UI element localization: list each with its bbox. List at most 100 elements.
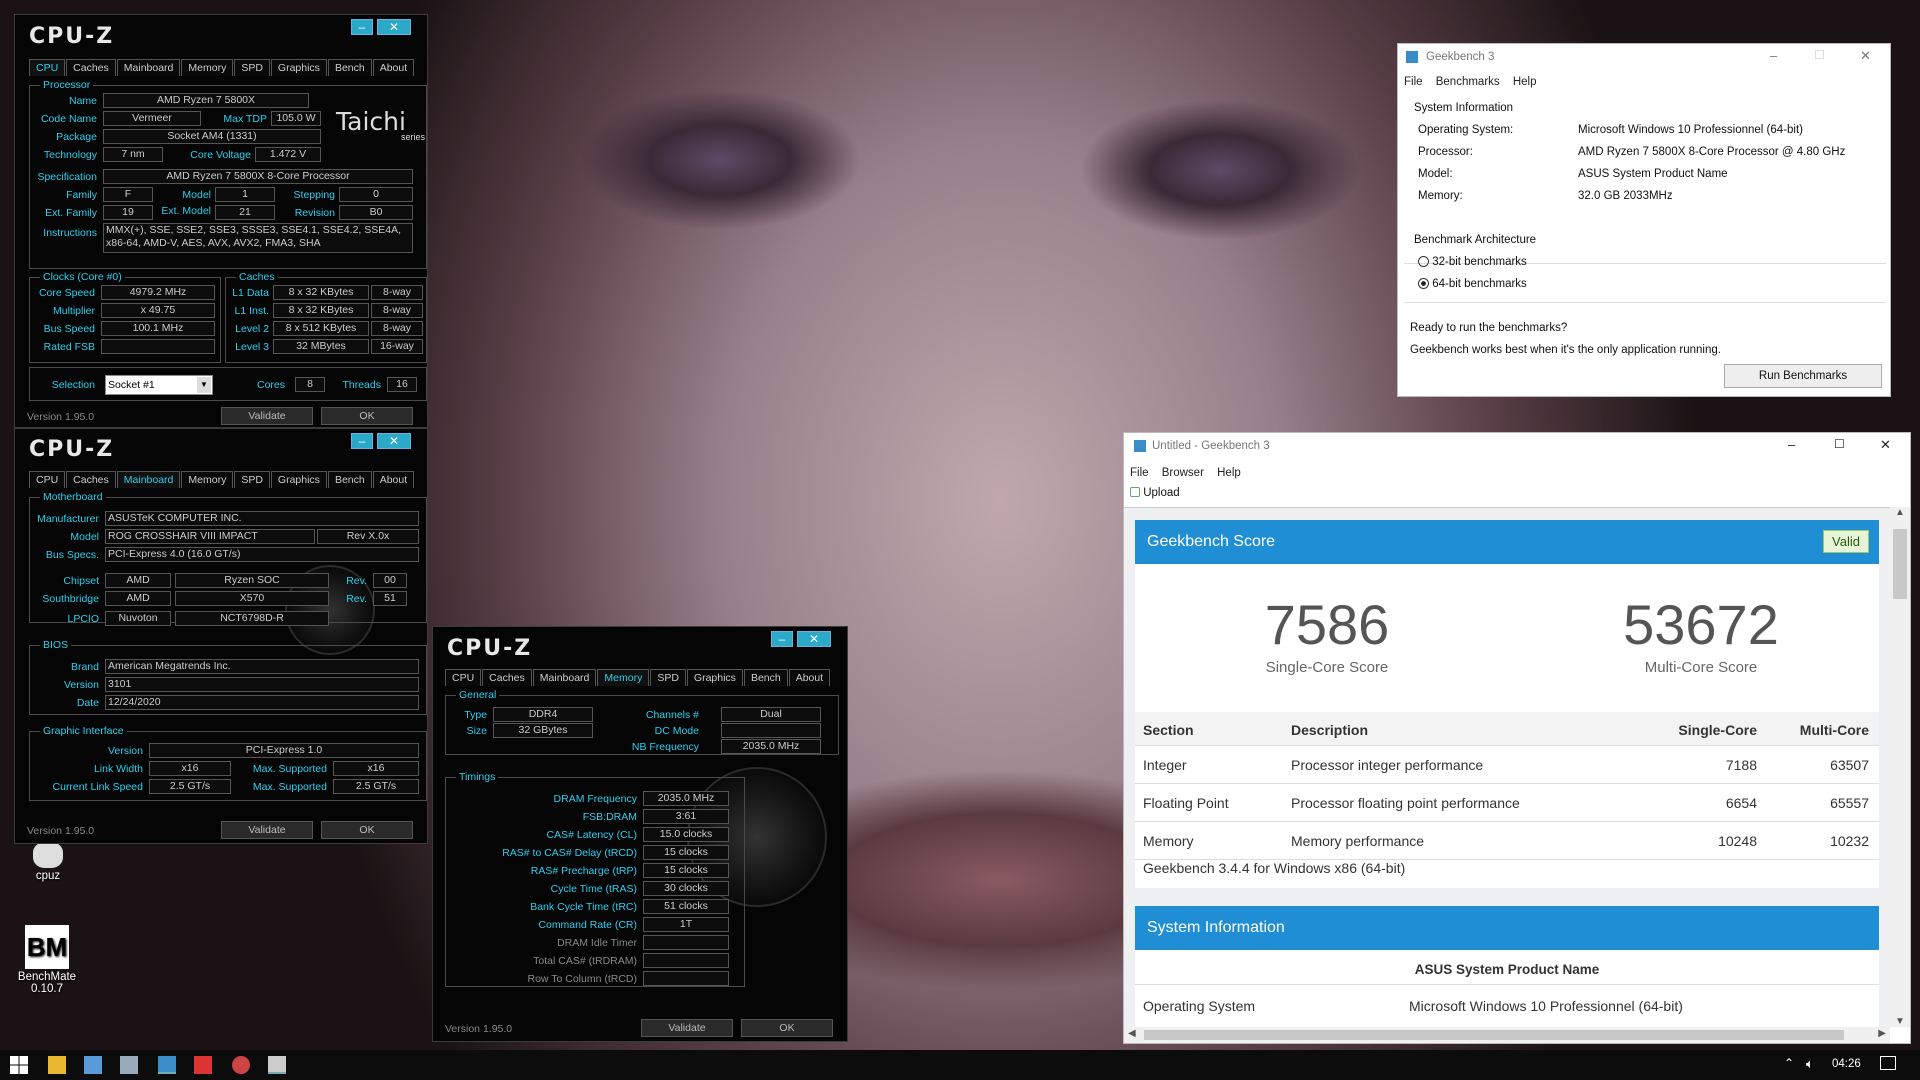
ratedfsb-value — [101, 339, 215, 354]
validate-button[interactable]: Validate — [221, 821, 313, 839]
tab-memory[interactable]: Memory — [181, 471, 234, 488]
radio-64bit[interactable]: 64-bit benchmarks — [1418, 278, 1527, 290]
radio-32bit[interactable]: 32-bit benchmarks — [1418, 256, 1527, 268]
close-button[interactable]: ✕ — [377, 433, 411, 449]
geekbench-app-icon — [1406, 51, 1418, 63]
linkwidth-max: x16 — [333, 761, 419, 776]
run-benchmarks-button[interactable]: Run Benchmarks — [1724, 364, 1882, 388]
menu-file[interactable]: File — [1130, 467, 1149, 479]
upload-button[interactable]: Upload — [1130, 487, 1180, 499]
timing-value — [643, 935, 729, 950]
tab-spd[interactable]: SPD — [650, 669, 686, 686]
bios-date-value: 12/24/2020 — [105, 695, 419, 710]
scroll-thumb[interactable] — [1144, 1030, 1844, 1040]
window-title: Geekbench 3 — [1426, 51, 1495, 63]
app-icon[interactable] — [232, 1056, 250, 1074]
menu-help[interactable]: Help — [1513, 76, 1537, 88]
extfamily-value: 19 — [103, 205, 153, 220]
minimize-button[interactable]: – — [1770, 48, 1777, 63]
scroll-down-icon[interactable]: ▼ — [1890, 1016, 1910, 1027]
maximize-button[interactable]: ☐ — [1834, 437, 1845, 451]
sysinfo-header: System Information — [1135, 906, 1879, 950]
minimize-button[interactable]: – — [351, 433, 373, 449]
tab-bench[interactable]: Bench — [327, 59, 372, 76]
technology-label: Technology — [43, 149, 97, 161]
tab-spd[interactable]: SPD — [234, 471, 270, 488]
minimize-button[interactable]: – — [771, 631, 793, 647]
close-button[interactable]: ✕ — [797, 631, 831, 647]
tab-mainboard[interactable]: Mainboard — [116, 59, 181, 76]
ok-button[interactable]: OK — [321, 407, 413, 425]
volume-icon[interactable]: 🔈︎ — [1806, 1056, 1814, 1072]
vertical-scrollbar[interactable]: ▲ ▼ — [1890, 507, 1910, 1027]
l2-value: 8 x 512 KBytes — [273, 321, 369, 336]
tab-graphics[interactable]: Graphics — [686, 669, 743, 686]
chipset-rev: 00 — [373, 573, 407, 588]
notification-icon[interactable] — [1880, 1056, 1896, 1070]
desktop-icon-label: cpuz — [35, 870, 61, 882]
minimize-button[interactable]: – — [351, 19, 373, 35]
cpuz-taskbar-icon[interactable] — [268, 1056, 286, 1074]
menu-file[interactable]: File — [1404, 76, 1423, 88]
panel-title: Graphic Interface — [40, 725, 127, 737]
desktop-icon-cpuz[interactable]: cpuz — [22, 842, 74, 882]
validate-button[interactable]: Validate — [221, 407, 313, 425]
l1i-label: L1 Inst. — [234, 305, 269, 317]
menu-browser[interactable]: Browser — [1162, 467, 1204, 479]
tab-cpu[interactable]: CPU — [29, 59, 66, 76]
upload-icon — [1130, 487, 1140, 497]
maximize-button[interactable]: ☐ — [1814, 48, 1825, 62]
tab-bench[interactable]: Bench — [743, 669, 788, 686]
socket-select[interactable]: Socket #1 ▼ — [105, 375, 213, 395]
corespeed-value: 4979.2 MHz — [101, 285, 215, 300]
tab-about[interactable]: About — [788, 669, 831, 686]
tab-memory[interactable]: Memory — [181, 59, 234, 76]
menu-help[interactable]: Help — [1217, 467, 1241, 479]
timing-label: Row To Column (tRCD) — [527, 973, 638, 985]
close-button[interactable]: ✕ — [377, 19, 411, 35]
scroll-thumb[interactable] — [1893, 529, 1907, 599]
scroll-right-icon[interactable]: ▶ — [1878, 1028, 1886, 1039]
close-button[interactable]: ✕ — [1860, 48, 1871, 64]
minimize-button[interactable]: – — [1788, 437, 1795, 452]
tab-about[interactable]: About — [372, 59, 415, 76]
tab-mainboard[interactable]: Mainboard — [532, 669, 597, 686]
desktop-icon-benchmate[interactable]: BM BenchMate 0.10.7 — [14, 925, 80, 995]
tab-caches[interactable]: Caches — [66, 471, 116, 488]
scroll-up-icon[interactable]: ▲ — [1890, 507, 1910, 518]
tab-cpu[interactable]: CPU — [445, 669, 482, 686]
computer-icon[interactable] — [84, 1056, 102, 1074]
scroll-left-icon[interactable]: ◀ — [1128, 1028, 1136, 1039]
maxsupported-label: Max. Supported — [252, 781, 327, 793]
app-icon[interactable] — [194, 1056, 212, 1074]
windows-start-icon[interactable] — [10, 1056, 28, 1074]
tab-about[interactable]: About — [372, 471, 415, 488]
horizontal-scrollbar[interactable]: ◀ ▶ — [1124, 1027, 1890, 1043]
ok-button[interactable]: OK — [741, 1019, 833, 1037]
tab-memory[interactable]: Memory — [597, 669, 650, 686]
ok-button[interactable]: OK — [321, 821, 413, 839]
tab-bench[interactable]: Bench — [327, 471, 372, 488]
geekbench-taskbar-icon[interactable] — [158, 1056, 176, 1074]
cpuz-icon — [33, 842, 63, 868]
bios-version-label: Version — [63, 679, 99, 691]
validate-button[interactable]: Validate — [641, 1019, 733, 1037]
chevron-up-icon[interactable]: ⌃ — [1784, 1056, 1794, 1070]
l1i-ways: 8-way — [371, 303, 423, 318]
cell-description: Memory performance — [1291, 833, 1425, 849]
tab-caches[interactable]: Caches — [482, 669, 532, 686]
tab-mainboard[interactable]: Mainboard — [116, 471, 181, 488]
tab-graphics[interactable]: Graphics — [270, 471, 327, 488]
tab-graphics[interactable]: Graphics — [270, 59, 327, 76]
instructions-line1: MMX(+), SSE, SSE2, SSE3, SSSE3, SSE4.1, … — [106, 224, 402, 236]
app-icon[interactable] — [120, 1056, 138, 1074]
file-explorer-icon[interactable] — [48, 1056, 66, 1074]
close-button[interactable]: ✕ — [1880, 437, 1891, 453]
tab-caches[interactable]: Caches — [66, 59, 116, 76]
tab-spd[interactable]: SPD — [234, 59, 270, 76]
clock[interactable]: 04:26 — [1832, 1058, 1861, 1070]
cell-multi-core: 63507 — [1830, 757, 1869, 773]
tab-cpu[interactable]: CPU — [29, 471, 66, 488]
menu-benchmarks[interactable]: Benchmarks — [1436, 76, 1500, 88]
model-label: Model — [70, 531, 99, 543]
